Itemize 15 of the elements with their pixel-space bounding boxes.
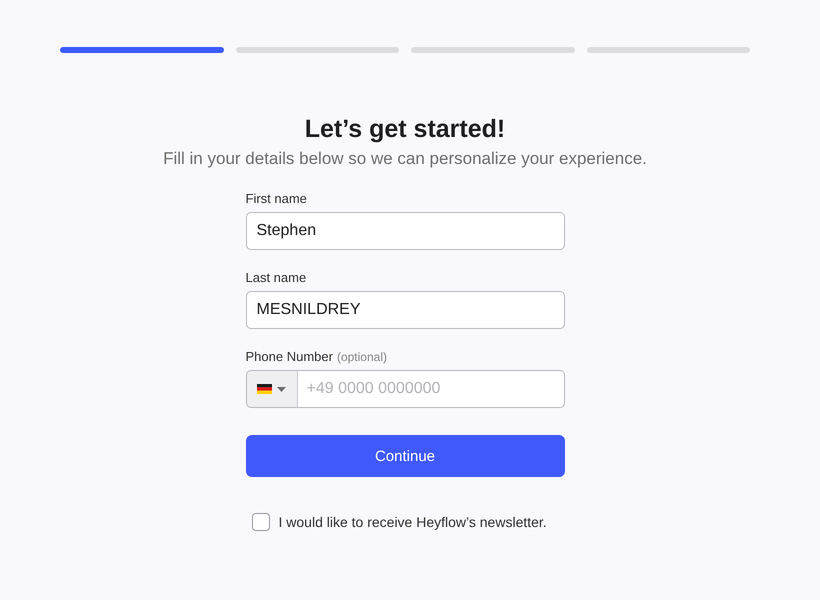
page-title: Let’s get started! (304, 114, 506, 145)
caret-icon (277, 386, 286, 392)
country-select[interactable] (246, 370, 298, 408)
text-input[interactable]: Stephen (246, 212, 564, 250)
phone-input[interactable]: +49 0000 0000000 (298, 370, 564, 408)
field-label: Phone Number (246, 349, 333, 365)
flag-icon (257, 384, 272, 394)
newsletter-label: I would like to receive Heyflow’s newsletter. (278, 514, 547, 530)
text-input[interactable]: MESNILDREY (246, 291, 564, 329)
newsletter-checkbox[interactable] (252, 513, 270, 531)
continue-button[interactable]: Continue (246, 435, 564, 477)
field-label: First name (246, 191, 307, 207)
optional-hint: (optional) (336, 349, 387, 365)
field-label: Last name (246, 270, 306, 286)
page-subtitle: Fill in your details below so we can personalize your experience. (162, 148, 648, 170)
